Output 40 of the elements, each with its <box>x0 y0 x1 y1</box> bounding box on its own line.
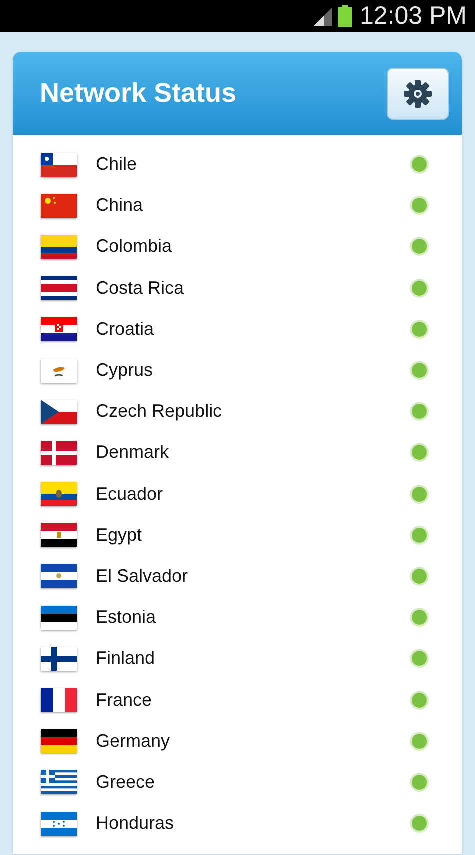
flag-icon <box>41 152 77 177</box>
country-name[interactable]: Estonia <box>96 604 410 632</box>
flag-icon <box>41 688 77 712</box>
flag-icon <box>41 564 77 588</box>
flag-icon <box>41 523 77 548</box>
country-name[interactable]: Finland <box>96 645 410 672</box>
flag-icon <box>41 729 77 754</box>
country-name[interactable]: China <box>96 192 410 220</box>
settings-button[interactable] <box>387 68 449 120</box>
flag-icon <box>41 234 77 259</box>
flag-icon <box>41 400 77 424</box>
country-name[interactable]: Cyprus <box>96 357 410 384</box>
flag-icon <box>41 646 77 671</box>
country-name[interactable]: Greece <box>96 768 410 796</box>
country-name[interactable]: El Salvador <box>96 562 410 590</box>
country-name[interactable]: Costa Rica <box>96 274 410 302</box>
flag-icon <box>41 812 77 836</box>
signal-icon <box>312 6 334 26</box>
country-name[interactable]: Chile <box>96 151 410 178</box>
settings-icon <box>404 80 432 108</box>
flag-icon <box>41 440 77 465</box>
battery-icon <box>338 5 352 27</box>
country-name[interactable]: Colombia <box>96 233 410 260</box>
country-name[interactable]: Croatia <box>96 316 410 343</box>
flag-icon <box>41 482 77 506</box>
clock: 12:03 PM <box>360 4 467 28</box>
country-name[interactable]: Egypt <box>96 522 410 549</box>
country-name[interactable]: Denmark <box>96 439 410 466</box>
flag-icon <box>41 194 77 218</box>
country-name[interactable]: Czech Republic <box>96 398 410 426</box>
flag-icon <box>41 317 77 342</box>
flag-icon <box>41 606 77 630</box>
country-name[interactable]: France <box>96 686 410 714</box>
flag-icon <box>41 770 77 794</box>
flag-icon <box>41 358 77 383</box>
country-name[interactable]: Honduras <box>96 810 410 838</box>
flag-icon <box>41 276 77 300</box>
country-name[interactable]: Germany <box>96 728 410 755</box>
country-name[interactable]: Ecuador <box>96 480 410 508</box>
header-title: Network Status <box>40 77 237 110</box>
